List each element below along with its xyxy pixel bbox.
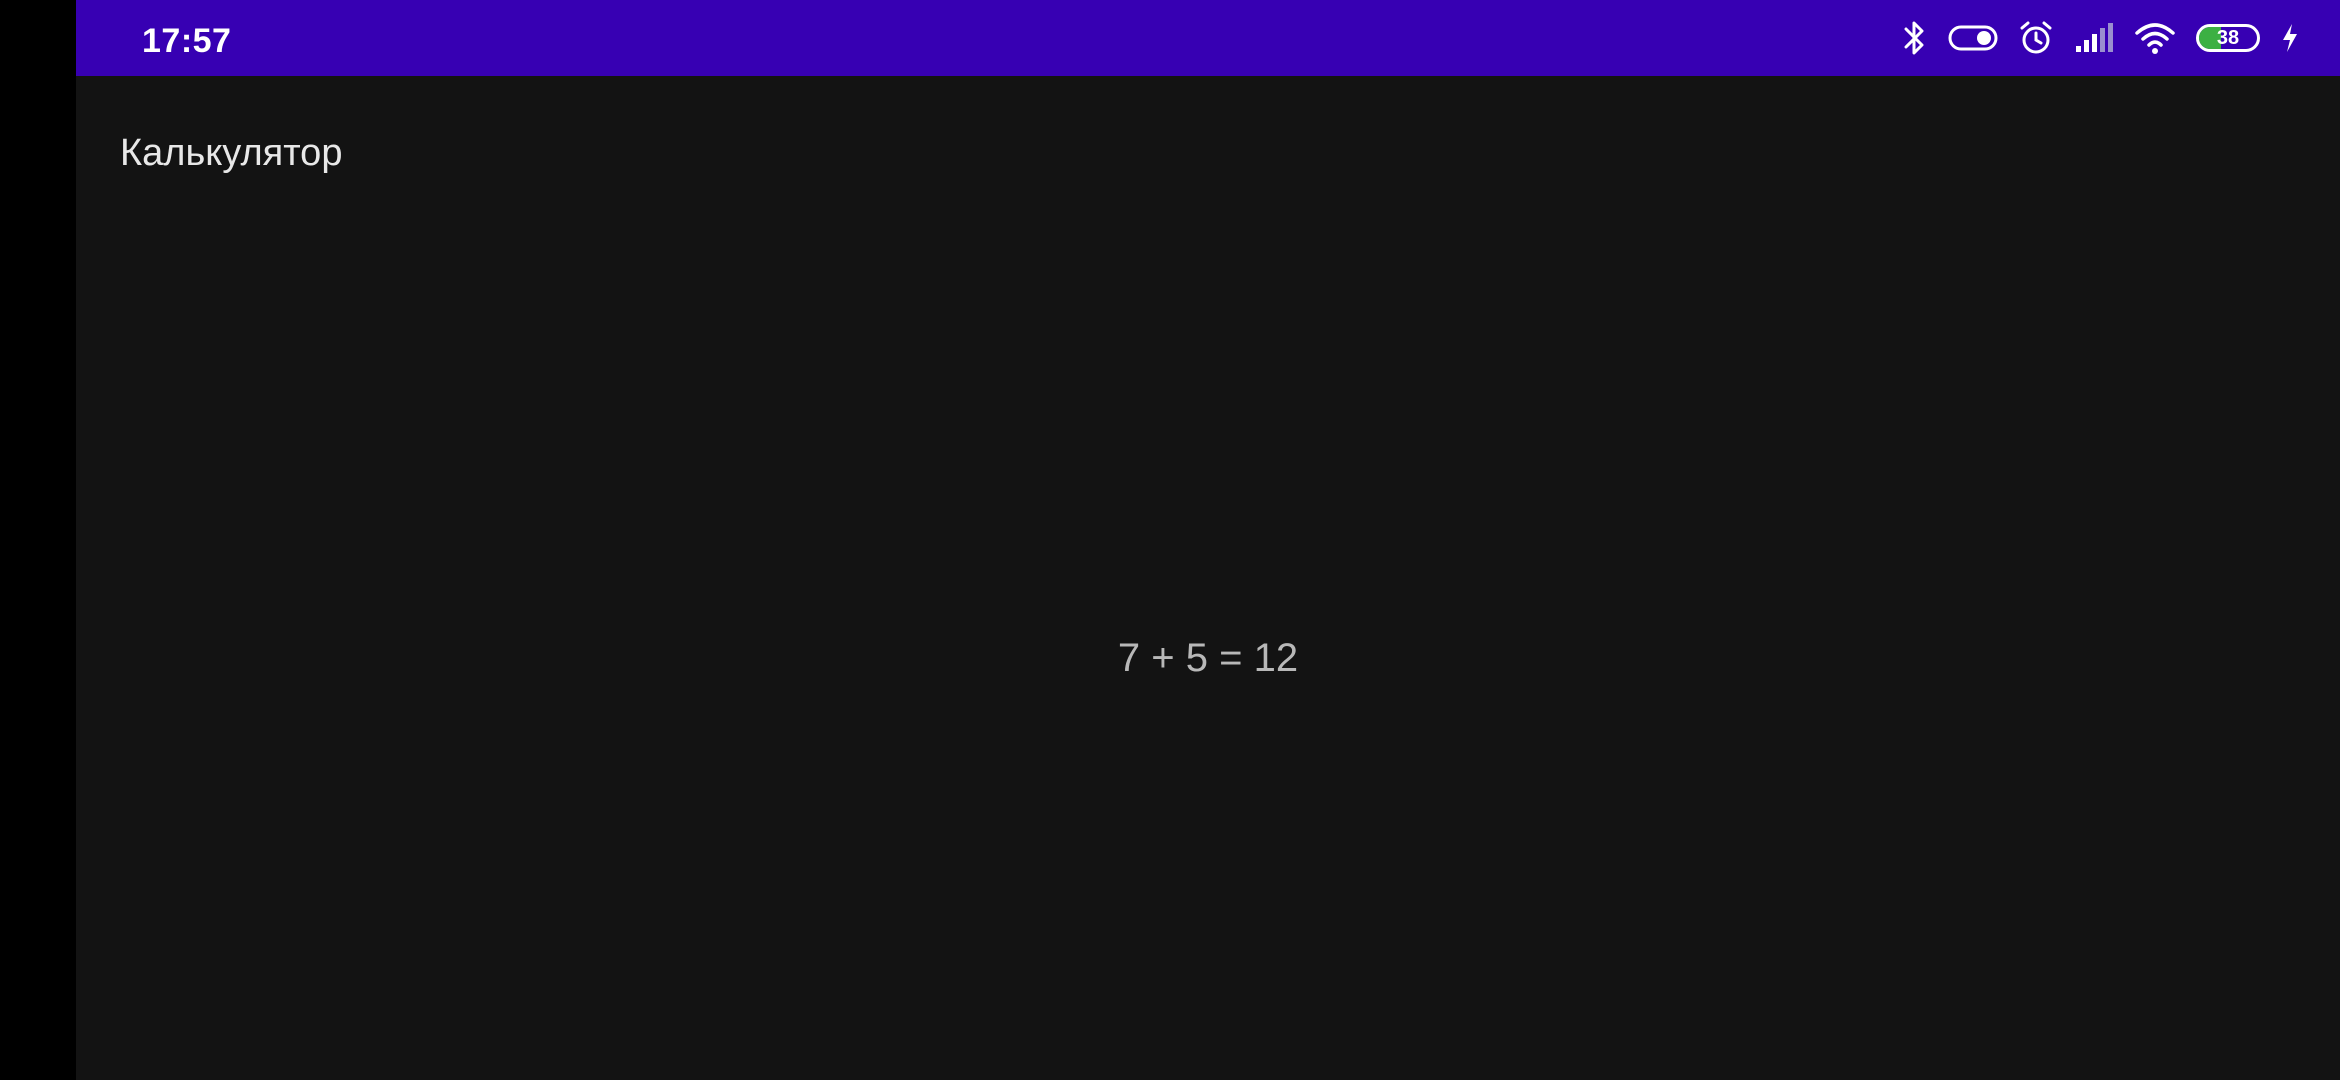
display-cutout — [0, 0, 76, 1080]
alarm-icon — [2018, 20, 2054, 56]
status-bar: 17:57 38 — [76, 0, 2340, 76]
bluetooth-icon — [1902, 20, 1928, 56]
calculation-result: 7 + 5 = 12 — [1117, 636, 1299, 680]
status-clock: 17:57 — [142, 22, 232, 60]
app-screen: 17:57 38 Калькулятор 7 + 5 = 12 — [76, 0, 2340, 1080]
battery-icon: 38 — [2196, 24, 2260, 52]
signal-icon — [2074, 22, 2114, 54]
toggle-icon — [1948, 23, 1998, 53]
charging-icon — [2280, 22, 2300, 54]
app-title: Калькулятор — [120, 132, 343, 174]
status-icons: 38 — [1902, 0, 2300, 76]
battery-level: 38 — [2216, 27, 2240, 49]
wifi-icon — [2134, 21, 2176, 55]
